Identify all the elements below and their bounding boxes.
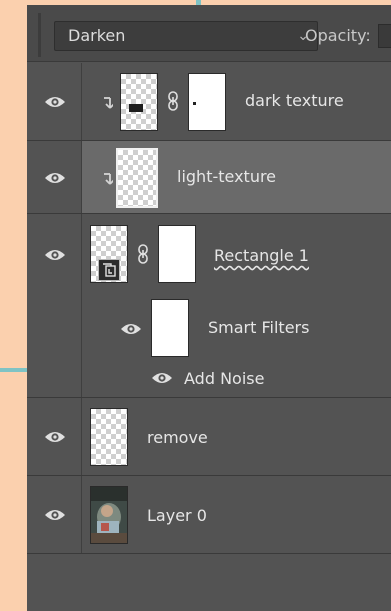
layer-row-remove[interactable]: remove: [27, 398, 391, 475]
smart-object-icon: [98, 259, 120, 281]
link-icon[interactable]: [167, 91, 179, 111]
layer-mask-thumbnail[interactable]: [158, 225, 196, 283]
accent-line-left: [0, 368, 27, 372]
eye-icon[interactable]: [44, 507, 66, 523]
layer-name[interactable]: dark texture: [245, 91, 344, 110]
row-divider: [27, 553, 391, 554]
photo-thumbnail-art: [91, 487, 127, 543]
header-edge: [38, 13, 41, 57]
layer-thumbnail[interactable]: [120, 73, 158, 131]
visibility-column: [27, 214, 82, 397]
smart-filters-label[interactable]: Smart Filters: [208, 318, 309, 337]
eye-icon[interactable]: [120, 321, 142, 337]
filter-name[interactable]: Add Noise: [184, 369, 264, 388]
smart-filter-mask-thumbnail[interactable]: [151, 299, 189, 357]
layer-row-light-texture[interactable]: light-texture: [27, 141, 391, 213]
thumbnail-content: [129, 104, 143, 112]
layer-row-rectangle-1[interactable]: Rectangle 1 Smart Filters Add Noise: [27, 214, 391, 397]
mask-mark: [193, 102, 196, 105]
blend-mode-select[interactable]: Darken ⌄: [54, 21, 318, 51]
layer-name[interactable]: Rectangle 1: [214, 246, 309, 265]
layers-panel: Darken ⌄ Opacity: dark texture light-tex…: [27, 5, 391, 611]
link-icon[interactable]: [137, 244, 149, 264]
eye-icon[interactable]: [44, 170, 66, 186]
layer-thumbnail[interactable]: [116, 148, 158, 208]
layer-name[interactable]: remove: [147, 428, 208, 447]
layer-name[interactable]: Layer 0: [147, 506, 207, 525]
layer-row-layer-0[interactable]: Layer 0: [27, 476, 391, 553]
blend-mode-value: Darken: [68, 26, 126, 45]
stage: Darken ⌄ Opacity: dark texture light-tex…: [0, 0, 391, 611]
layers-panel-header: Darken ⌄ Opacity:: [27, 5, 391, 62]
layer-name[interactable]: light-texture: [177, 167, 276, 186]
layer-mask-thumbnail[interactable]: [188, 73, 226, 131]
eye-icon[interactable]: [44, 247, 66, 263]
eye-icon[interactable]: [151, 370, 173, 386]
eye-icon[interactable]: [44, 429, 66, 445]
clipping-arrow-icon: [101, 172, 115, 186]
clipping-arrow-icon: [101, 96, 115, 110]
layer-row-dark-texture[interactable]: dark texture: [27, 63, 391, 140]
layer-thumbnail[interactable]: [90, 408, 128, 466]
layer-thumbnail[interactable]: [90, 486, 128, 544]
eye-icon[interactable]: [44, 94, 66, 110]
layer-thumbnail[interactable]: [90, 225, 128, 283]
opacity-label: Opacity:: [305, 26, 371, 45]
opacity-input[interactable]: [378, 24, 391, 48]
